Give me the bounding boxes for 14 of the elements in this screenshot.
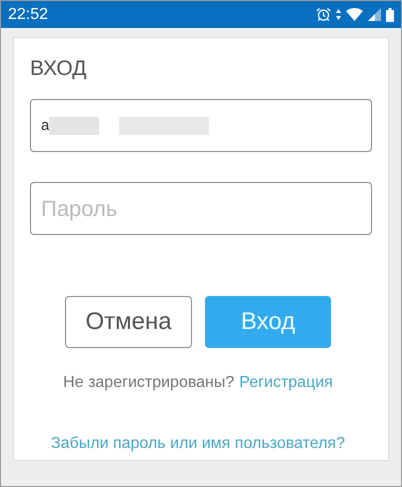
signal-icon	[368, 8, 381, 21]
login-button[interactable]: Вход	[205, 296, 331, 348]
login-title: ВХОД	[30, 58, 88, 79]
cancel-button[interactable]: Отмена	[65, 296, 192, 348]
forgot-password-link[interactable]: Забыли пароль или имя пользователя?	[51, 432, 345, 456]
wifi-icon	[346, 8, 363, 21]
register-link[interactable]: Регистрация	[239, 371, 333, 395]
username-field[interactable]: a	[30, 99, 372, 152]
password-field[interactable]: Пароль	[30, 182, 372, 235]
alarm-icon	[316, 7, 331, 22]
data-arrows-icon	[336, 9, 341, 20]
register-prompt: Не зарегистрированы?	[63, 373, 234, 393]
battery-icon	[386, 8, 394, 22]
clock-time: 22:52	[8, 4, 48, 24]
